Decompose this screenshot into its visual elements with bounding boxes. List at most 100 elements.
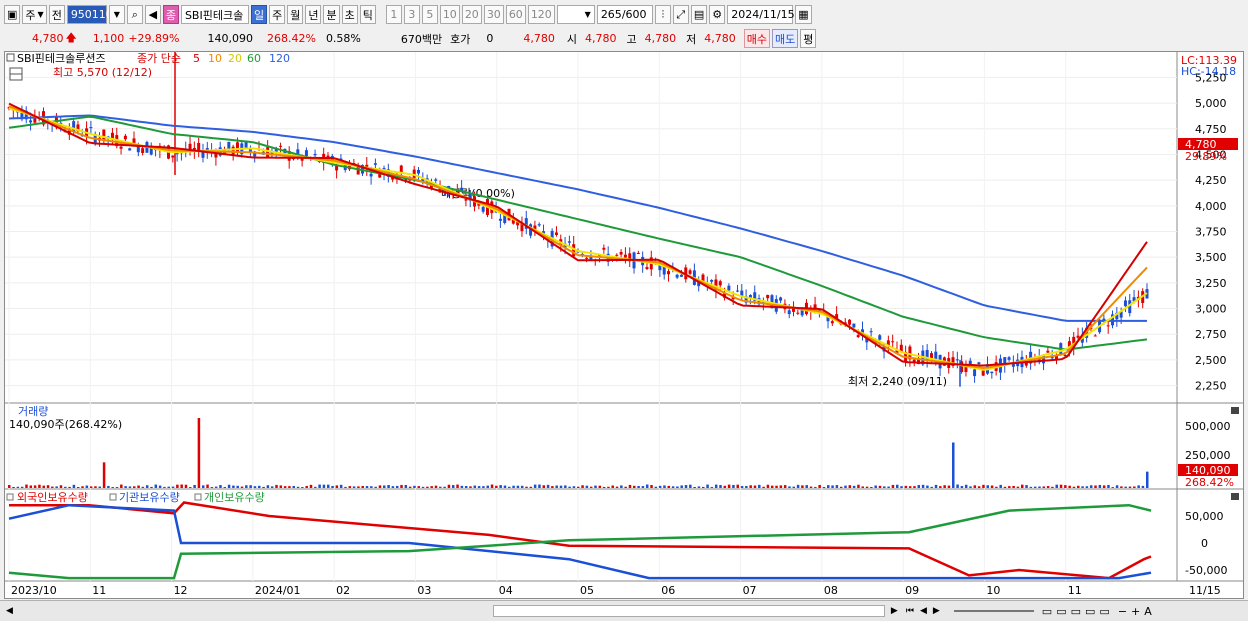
- count-5-button[interactable]: 5: [421, 5, 438, 24]
- volume-bar: [339, 484, 343, 488]
- horizontal-scrollbar[interactable]: [492, 605, 885, 617]
- layout-icon[interactable]: ▭: [1085, 605, 1095, 618]
- layout-icon[interactable]: ▭: [1042, 605, 1052, 618]
- speaker-icon[interactable]: ◀: [144, 5, 161, 24]
- turnover-ratio: 0.58%: [325, 32, 361, 45]
- layout-icon[interactable]: ▭: [1071, 605, 1081, 618]
- x-tick-label: 10: [986, 584, 1000, 597]
- volume-bar: [577, 486, 580, 488]
- volume-bar: [508, 486, 511, 488]
- volume-bar: [1077, 485, 1080, 488]
- volume-bar: [990, 485, 994, 488]
- volume-bar: [913, 486, 916, 488]
- candle-body: [304, 150, 308, 156]
- volume-bar: [1003, 486, 1007, 488]
- count-60-button[interactable]: 60: [505, 5, 526, 24]
- volume-bar: [262, 486, 265, 488]
- period-ju-select[interactable]: 주 ▼: [22, 5, 47, 24]
- count-10-button[interactable]: 10: [439, 5, 460, 24]
- candle-body: [567, 241, 571, 243]
- volume-bar: [417, 486, 421, 488]
- count-select[interactable]: ▼: [556, 5, 595, 24]
- next-page-icon[interactable]: ▶: [933, 606, 940, 616]
- period-minute-button[interactable]: 분: [323, 5, 340, 24]
- volume-bar: [348, 486, 352, 488]
- chart-area[interactable]: SBI핀테크솔루션즈 종가 단순 5 10 20 60 120 최고 5,570…: [4, 44, 1244, 599]
- candle-tool-icon[interactable]: ⫶: [654, 5, 671, 24]
- price-tick-label: 3,250: [1195, 277, 1227, 290]
- scroll-left-icon[interactable]: ◀: [6, 606, 13, 616]
- volume-bar: [1107, 484, 1110, 488]
- volume-panel-close-icon[interactable]: [1231, 407, 1239, 414]
- period-month-button[interactable]: 월: [287, 5, 304, 24]
- volume-bar: [572, 486, 576, 488]
- candle-body: [132, 138, 136, 144]
- volume-bar: [352, 486, 356, 488]
- x-tick-label: 06: [661, 584, 675, 597]
- code-dropdown-button[interactable]: ▼: [108, 5, 125, 24]
- x-tick-label: 07: [743, 584, 757, 597]
- jong-badge[interactable]: 종: [162, 5, 179, 24]
- volume-bar: [1141, 485, 1145, 488]
- period-year-button[interactable]: 년: [305, 5, 322, 24]
- date-input[interactable]: 2024/11/15: [727, 5, 795, 24]
- count-value-input[interactable]: 265/600: [596, 5, 653, 24]
- zoom-out-icon[interactable]: −: [1118, 605, 1127, 618]
- candle-body: [727, 285, 731, 291]
- layout-icon[interactable]: ▭: [1056, 605, 1066, 618]
- stock-code-input[interactable]: 950110: [66, 5, 113, 24]
- zoom-in-icon[interactable]: +: [1131, 605, 1140, 618]
- volume-bar: [943, 485, 946, 488]
- count-3-button[interactable]: 3: [403, 5, 420, 24]
- ma5-label: 5: [193, 52, 200, 65]
- draw-tool-icon[interactable]: ⤢: [672, 5, 689, 24]
- buy-button[interactable]: 매수: [743, 29, 771, 48]
- jeon-button[interactable]: 전: [48, 5, 65, 24]
- holding-panel-close-icon[interactable]: [1231, 493, 1239, 500]
- gear-icon[interactable]: ⚙: [709, 5, 726, 24]
- period-tick-button[interactable]: 틱: [359, 5, 376, 24]
- holding-tick-neg50k: -50,000: [1185, 564, 1227, 577]
- count-30-button[interactable]: 30: [483, 5, 504, 24]
- prev-page-icon[interactable]: ◀: [920, 606, 927, 616]
- count-120-button[interactable]: 120: [527, 5, 555, 24]
- volume-bar: [615, 486, 619, 488]
- price-tick-label: 5,000: [1195, 97, 1227, 110]
- font-size-icon[interactable]: A: [1144, 605, 1152, 618]
- layout-icon[interactable]: ▭: [1099, 605, 1109, 618]
- volume-bar: [150, 486, 153, 488]
- volume-bar: [814, 486, 817, 488]
- volume-bar: [128, 486, 132, 488]
- period-second-button[interactable]: 초: [341, 5, 358, 24]
- sell-button[interactable]: 매도: [772, 29, 799, 48]
- period-week-button[interactable]: 주: [269, 5, 286, 24]
- volume-bar: [25, 484, 28, 488]
- up-arrow-icon: 🡅: [65, 31, 77, 44]
- volume-bar: [89, 486, 93, 488]
- window-icon[interactable]: ▣: [4, 5, 21, 24]
- eval-button[interactable]: 평: [800, 29, 817, 48]
- save-icon[interactable]: ▤: [690, 5, 708, 24]
- volume-bar: [258, 485, 261, 488]
- zoom-slider[interactable]: [953, 610, 1034, 612]
- count-20-button[interactable]: 20: [461, 5, 482, 24]
- volume-bar: [314, 486, 317, 488]
- period-day-button[interactable]: 일: [250, 5, 268, 24]
- candle-body: [878, 335, 882, 340]
- search-icon[interactable]: ⌕: [126, 5, 143, 24]
- first-page-icon[interactable]: ⏮: [906, 606, 914, 616]
- volume-bar: [525, 486, 528, 488]
- count-total: /600: [621, 8, 647, 21]
- price-tick-label: 4,000: [1195, 200, 1227, 213]
- volume-bar: [710, 486, 714, 488]
- chart-svg[interactable]: SBI핀테크솔루션즈 종가 단순 5 10 20 60 120 최고 5,570…: [5, 44, 1243, 598]
- count-1-button[interactable]: 1: [385, 5, 402, 24]
- volume-bar: [1133, 486, 1136, 488]
- calendar-icon[interactable]: ▦: [795, 5, 812, 24]
- volume-bar: [538, 484, 541, 488]
- scroll-right-icon[interactable]: ▶: [891, 606, 898, 616]
- volume-bar: [107, 485, 110, 488]
- volume-bar: [964, 484, 968, 488]
- stock-name-field[interactable]: SBI핀테크솔: [180, 5, 249, 24]
- volume-bar: [227, 484, 231, 488]
